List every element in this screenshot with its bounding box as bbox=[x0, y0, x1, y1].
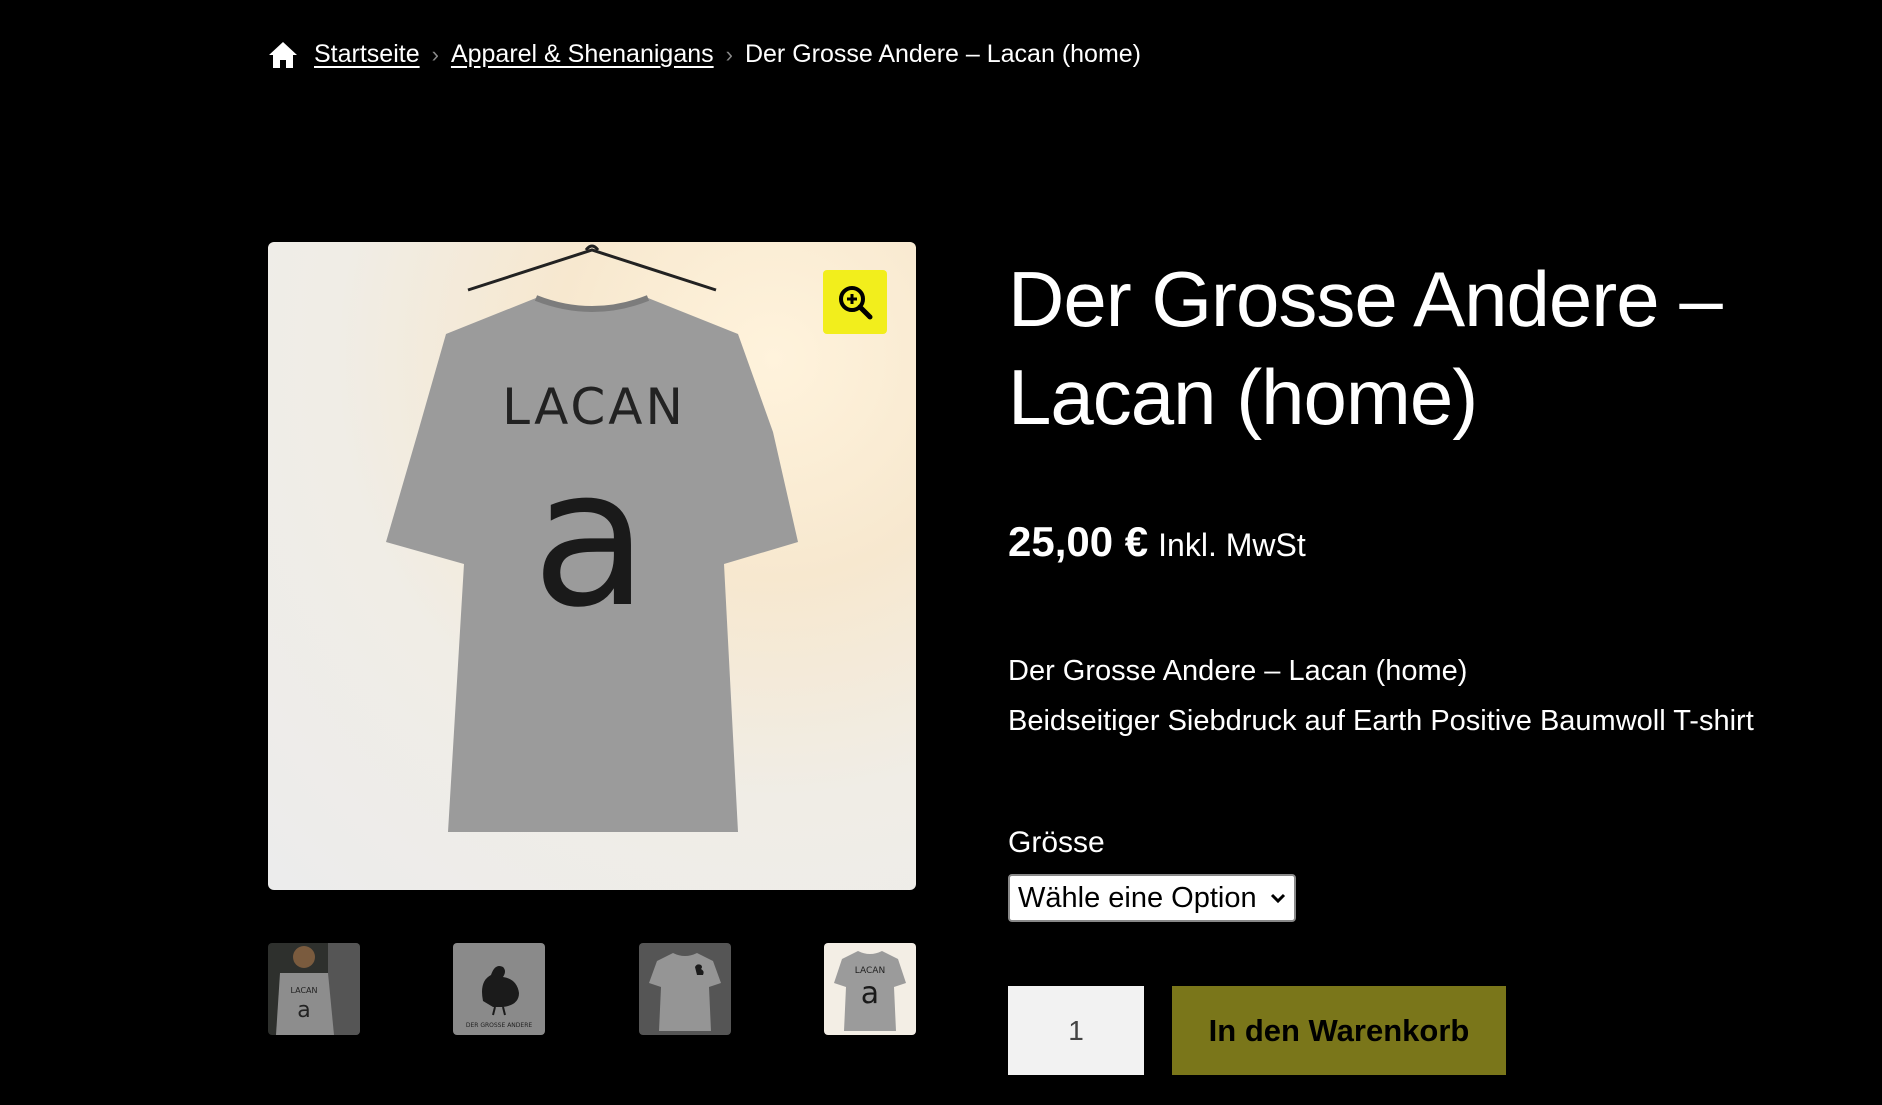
tshirt-back-image: LACAN a bbox=[386, 244, 798, 832]
svg-text:a: a bbox=[532, 428, 648, 649]
chevron-right-icon: › bbox=[431, 41, 439, 67]
thumbnail-4[interactable]: LACAN a bbox=[823, 943, 916, 1035]
description-line: Beidseitiger Siebdruck auf Earth Positiv… bbox=[1008, 705, 1754, 737]
zoom-button[interactable] bbox=[823, 270, 887, 334]
chevron-right-icon: › bbox=[725, 41, 733, 67]
quantity-input[interactable]: 1 bbox=[1008, 986, 1144, 1075]
price-row: 25,00 € Inkl. MwSt bbox=[1008, 518, 1306, 566]
product-title: Der Grosse Andere – Lacan (home) bbox=[1008, 255, 1723, 441]
breadcrumb-current: Der Grosse Andere – Lacan (home) bbox=[744, 40, 1142, 68]
product-price: 25,00 € bbox=[1008, 518, 1149, 565]
chevron-down-icon bbox=[1270, 893, 1286, 904]
home-icon[interactable] bbox=[268, 41, 298, 69]
size-label: Grösse bbox=[1008, 826, 1105, 859]
breadcrumb: Startseite › Apparel & Shenanigans › Der… bbox=[268, 40, 1141, 69]
breadcrumb-link-startseite[interactable]: Startseite bbox=[314, 40, 420, 69]
breadcrumb-link-category[interactable]: Apparel & Shenanigans bbox=[451, 40, 714, 69]
thumbnail-gallery: LACAN a DER GROSSE ANDERE LACAN a bbox=[268, 943, 916, 1035]
product-description: Der Grosse Andere – Lacan (home) Beidsei… bbox=[1008, 646, 1754, 746]
tax-note: Inkl. MwSt bbox=[1158, 527, 1306, 563]
svg-text:a: a bbox=[297, 998, 310, 1023]
size-select-value: Wähle eine Option bbox=[1018, 881, 1257, 914]
thumbnail-2[interactable]: DER GROSSE ANDERE bbox=[453, 943, 546, 1035]
description-line: Der Grosse Andere – Lacan (home) bbox=[1008, 655, 1468, 687]
size-select[interactable]: Wähle eine Option bbox=[1008, 874, 1296, 922]
svg-text:DER GROSSE ANDERE: DER GROSSE ANDERE bbox=[466, 1022, 533, 1029]
thumbnail-1[interactable]: LACAN a bbox=[268, 943, 360, 1035]
svg-text:LACAN: LACAN bbox=[290, 986, 317, 995]
zoom-in-icon bbox=[839, 286, 873, 320]
svg-text:LACAN: LACAN bbox=[855, 966, 885, 976]
product-main-image[interactable]: LACAN a bbox=[268, 242, 916, 890]
svg-text:a: a bbox=[861, 976, 879, 1011]
thumbnail-3[interactable] bbox=[638, 943, 731, 1035]
add-to-cart-button[interactable]: In den Warenkorb bbox=[1172, 986, 1506, 1075]
